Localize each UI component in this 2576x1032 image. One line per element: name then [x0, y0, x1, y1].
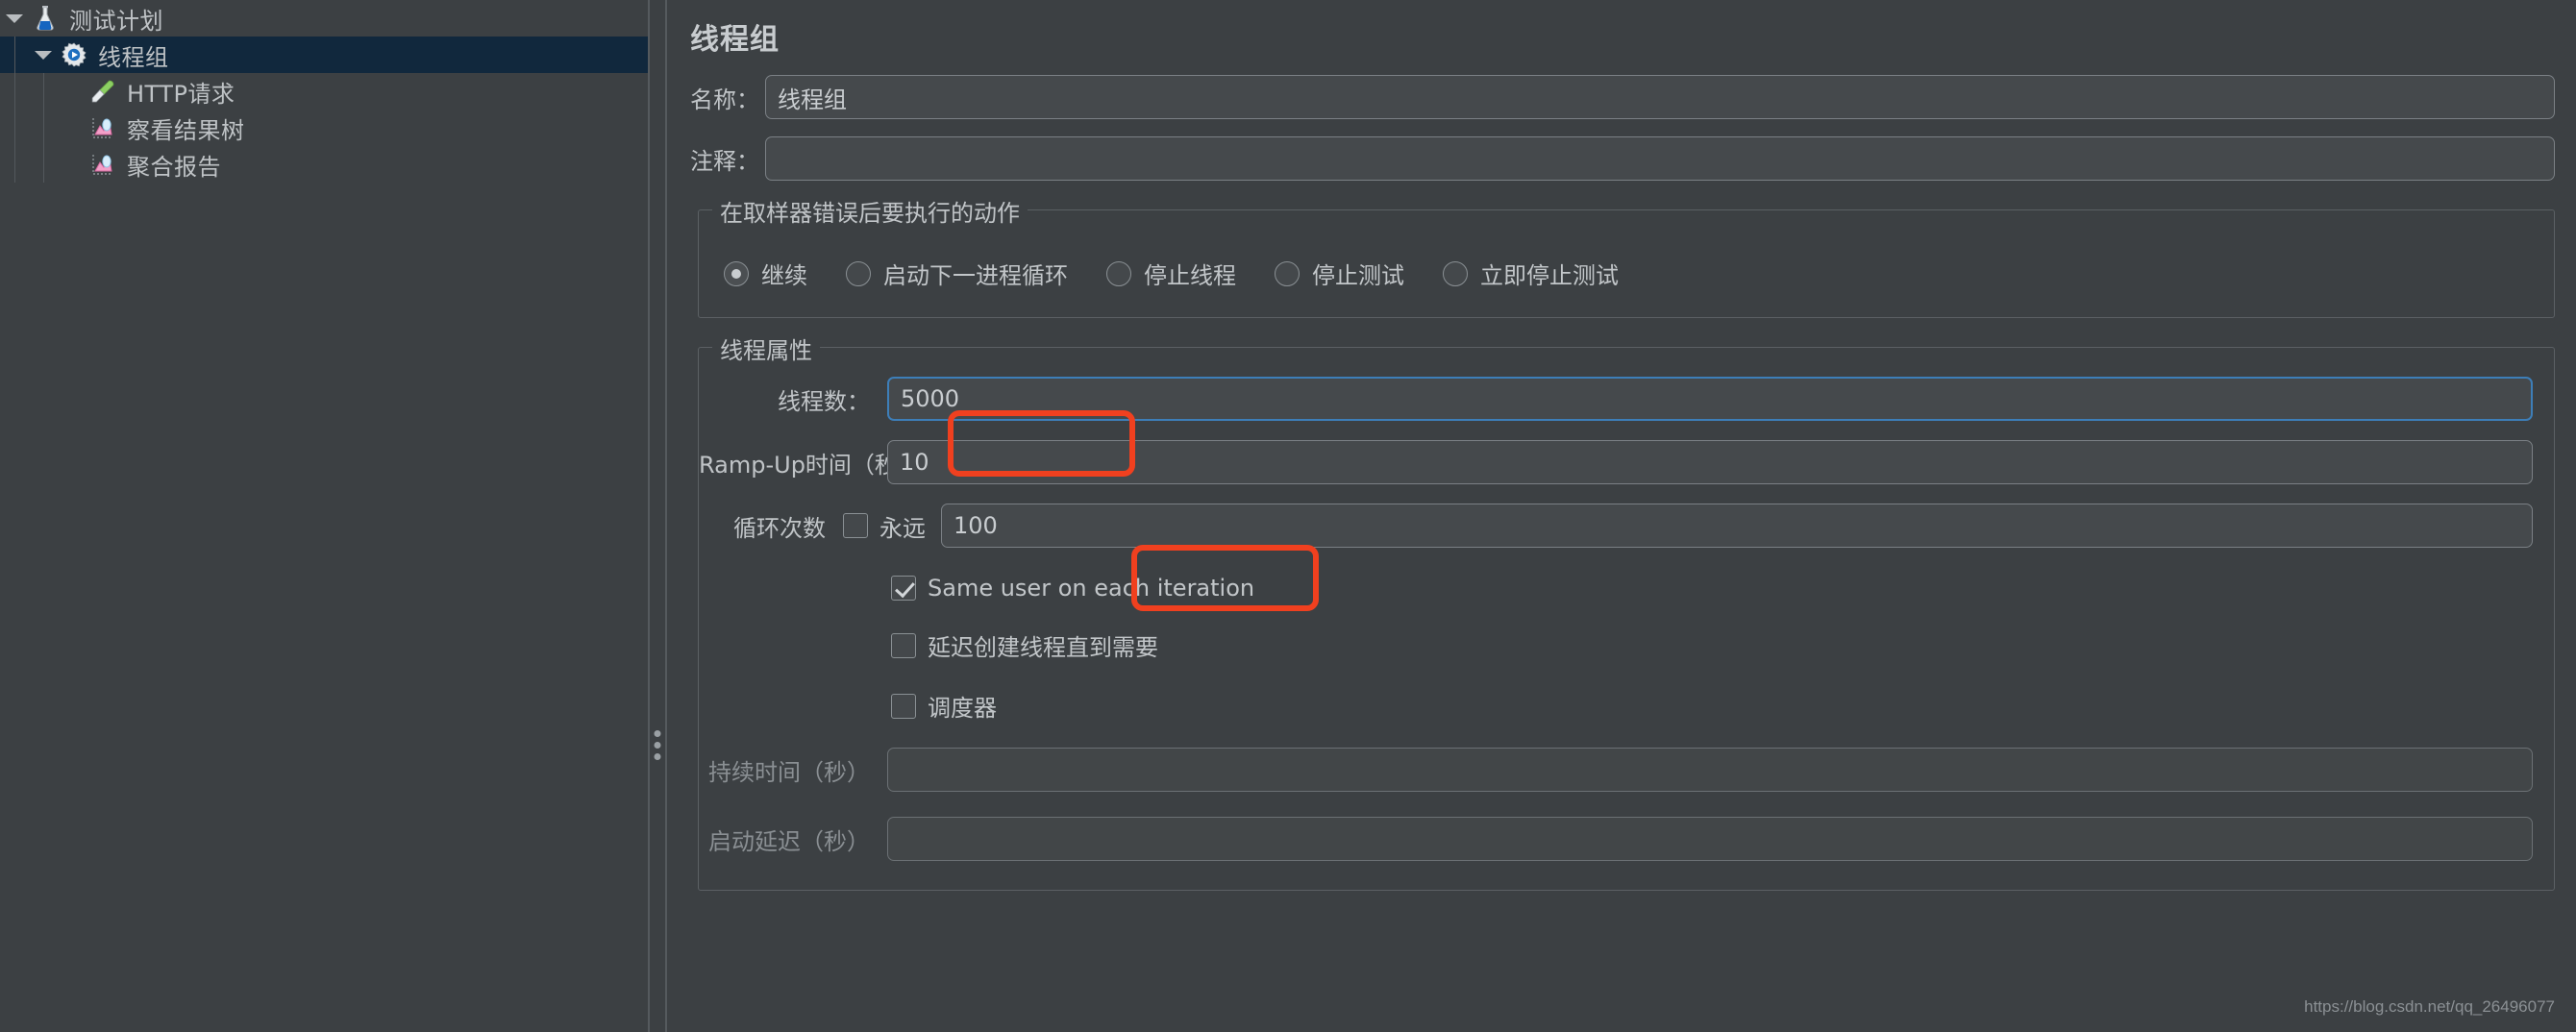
- radio-mark-icon: [1443, 260, 1468, 286]
- radio-mark-icon: [846, 260, 871, 286]
- tree-node-label: 聚合报告: [127, 153, 221, 181]
- name-row: 名称：: [690, 75, 2576, 119]
- name-label: 名称：: [690, 86, 759, 113]
- comment-label: 注释：: [690, 147, 759, 175]
- chart-icon: [87, 146, 119, 183]
- radio-continue[interactable]: 继续: [724, 257, 807, 290]
- tree-node-test-plan[interactable]: 测试计划: [0, 0, 648, 37]
- tree-node-thread-group[interactable]: 线程组: [0, 37, 648, 73]
- threads-label: 线程数：: [778, 387, 870, 415]
- tree-node-view-results-tree[interactable]: 察看结果树: [0, 110, 648, 146]
- error-action-radio-group: 继续 启动下一进程循环 停止线程 停止测试 立即停止测试: [699, 239, 2554, 296]
- radio-mark-icon: [1106, 260, 1131, 286]
- radio-mark-icon: [724, 260, 749, 286]
- loops-row: 循环次数 永远: [699, 504, 2533, 548]
- twisty-expanded-icon[interactable]: [29, 37, 58, 73]
- duration-row: 持续时间（秒）: [699, 748, 2533, 792]
- tree-node-http-request[interactable]: HTTP请求: [0, 73, 648, 110]
- flask-icon: [29, 0, 62, 37]
- name-input[interactable]: [765, 75, 2555, 119]
- forever-checkbox[interactable]: 永远: [843, 509, 926, 543]
- delay-thread-creation-checkbox[interactable]: 延迟创建线程直到需要: [891, 628, 2554, 662]
- drag-dots-icon[interactable]: [654, 730, 661, 760]
- twisty-none-icon: [58, 73, 87, 110]
- delay-thread-creation-label: 延迟创建线程直到需要: [928, 634, 1158, 661]
- radio-start-next-loop[interactable]: 启动下一进程循环: [846, 257, 1068, 290]
- threads-input[interactable]: [887, 377, 2533, 421]
- twisty-none-icon: [58, 110, 87, 146]
- thread-group-config-panel: 线程组 名称： 注释： 在取样器错误后要执行的动作 继续 启动下一进程循环: [667, 0, 2576, 1032]
- startup-delay-row: 启动延迟（秒）: [699, 817, 2533, 861]
- twisty-expanded-icon[interactable]: [0, 0, 29, 37]
- jmeter-window: 测试计划 线程组 HTTP请求 察看结果树 聚合报告 线程组 名称： 线程组 注…: [0, 0, 2576, 1032]
- error-action-groupbox: 在取样器错误后要执行的动作 继续 启动下一进程循环 停止线程 停止测试 立即停止…: [698, 194, 2555, 318]
- tree-node-label: HTTP请求: [127, 80, 235, 108]
- pipette-icon: [87, 73, 119, 110]
- tree-node-label: 测试计划: [69, 7, 163, 35]
- checkbox-box-icon: [891, 632, 916, 658]
- forever-label: 永远: [879, 514, 926, 542]
- loops-label: 循环次数: [733, 514, 826, 542]
- startup-delay-label: 启动延迟（秒）: [708, 827, 870, 855]
- same-user-label: Same user on each iteration: [928, 575, 1255, 602]
- tree-node-aggregate-report[interactable]: 聚合报告: [0, 146, 648, 183]
- duration-label: 持续时间（秒）: [708, 758, 870, 786]
- rampup-input[interactable]: [887, 440, 2533, 484]
- radio-stop-thread[interactable]: 停止线程: [1106, 257, 1236, 290]
- twisty-none-icon: [58, 146, 87, 183]
- radio-label: 继续: [761, 262, 807, 289]
- startup-delay-input[interactable]: [887, 817, 2533, 861]
- watermark: https://blog.csdn.net/qq_26496077: [2304, 997, 2555, 1016]
- loops-input[interactable]: [941, 504, 2533, 548]
- rampup-row: Ramp-Up时间（秒）：: [699, 440, 2533, 484]
- radio-label: 停止线程: [1144, 262, 1236, 289]
- gear-icon: [58, 37, 90, 73]
- threads-row: 线程数：: [699, 377, 2533, 421]
- panel-splitter[interactable]: [650, 0, 667, 1032]
- radio-stop-test-now[interactable]: 立即停止测试: [1443, 257, 1619, 290]
- checkbox-box-icon: [843, 513, 868, 538]
- comment-row: 注释：: [690, 136, 2576, 181]
- radio-label: 立即停止测试: [1480, 262, 1619, 289]
- page-title: 线程组: [690, 23, 780, 57]
- chart-icon: [87, 110, 119, 146]
- same-user-checkbox[interactable]: Same user on each iteration: [891, 575, 2554, 602]
- radio-stop-test[interactable]: 停止测试: [1275, 257, 1404, 290]
- test-plan-tree[interactable]: 测试计划 线程组 HTTP请求 察看结果树 聚合报告: [0, 0, 650, 1032]
- scheduler-checkbox[interactable]: 调度器: [891, 689, 2554, 723]
- duration-input[interactable]: [887, 748, 2533, 792]
- radio-label: 停止测试: [1312, 262, 1404, 289]
- checkbox-box-icon: [891, 693, 916, 719]
- error-action-title: 在取样器错误后要执行的动作: [712, 194, 1028, 228]
- scheduler-label: 调度器: [928, 695, 997, 722]
- checkbox-box-icon: [891, 576, 916, 601]
- rampup-label: Ramp-Up时间（秒）：: [699, 451, 932, 479]
- thread-properties-title: 线程属性: [712, 332, 820, 365]
- comment-input[interactable]: [765, 136, 2555, 181]
- thread-properties-groupbox: 线程属性 线程数： Ramp-Up时间（秒）： 循环次数 永远: [698, 332, 2555, 891]
- radio-mark-icon: [1275, 260, 1300, 286]
- tree-node-label: 线程组: [98, 43, 169, 71]
- radio-label: 启动下一进程循环: [883, 262, 1068, 289]
- tree-node-label: 察看结果树: [127, 116, 245, 144]
